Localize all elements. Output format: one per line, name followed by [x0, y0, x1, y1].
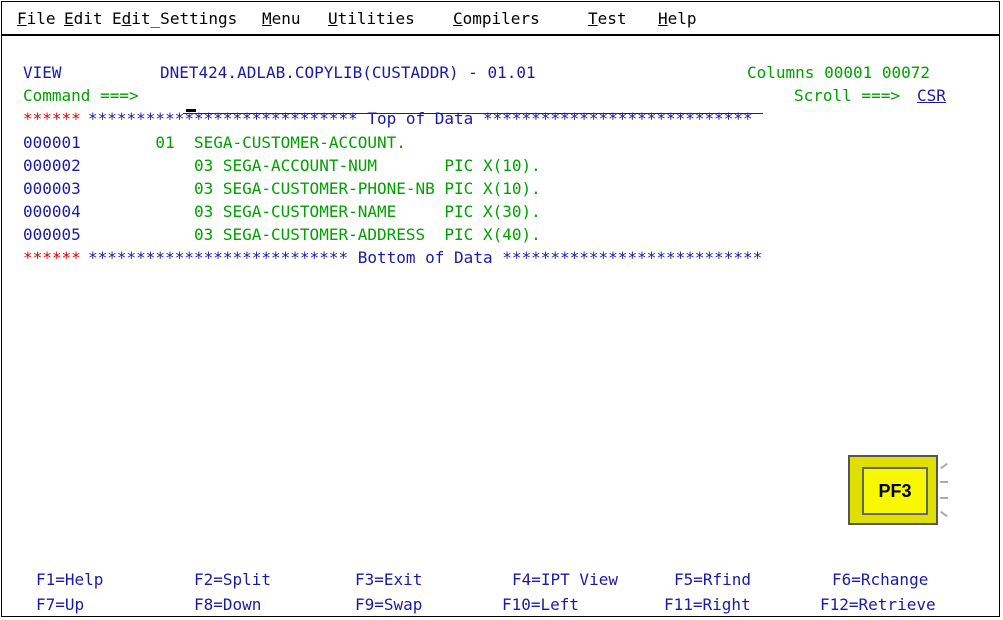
menu-help[interactable]: Help [658, 9, 697, 28]
line-number[interactable]: 000002 [23, 155, 81, 177]
source-line[interactable]: 03 SEGA-CUSTOMER-NAME PIC X(30). [88, 201, 541, 223]
menu-file[interactable]: File [17, 9, 56, 28]
fkey-f10[interactable]: F10=Left [502, 594, 579, 616]
top-marker-prefix: ****** [23, 109, 81, 128]
fkey-f12[interactable]: F12=Retrieve [820, 594, 936, 616]
menu-compilers[interactable]: Compilers [453, 9, 540, 28]
pf3-key-callout: PF3 [848, 455, 948, 529]
line-number[interactable]: 000005 [23, 224, 81, 246]
menu-utilities[interactable]: Utilities [328, 9, 415, 28]
fkey-f4[interactable]: F4=IPT View [512, 569, 618, 591]
fkey-f2[interactable]: F2=Split [194, 569, 271, 591]
scroll-input[interactable]: CSR [917, 85, 946, 107]
fkey-f3[interactable]: F3=Exit [355, 569, 422, 591]
pf3-key-cap: PF3 [848, 455, 938, 525]
line-number[interactable]: 000001 [23, 132, 81, 154]
source-line[interactable]: 03 SEGA-ACCOUNT-NUM PIC X(10). [88, 155, 541, 177]
command-label: Command ===> [23, 86, 139, 105]
line-number[interactable]: 000003 [23, 178, 81, 200]
dataset-name: DNET424.ADLAB.COPYLIB(CUSTADDR) - 01.01 [160, 63, 536, 82]
fkey-f6[interactable]: F6=Rchange [832, 569, 928, 591]
menu-test[interactable]: Test [588, 9, 627, 28]
fkey-f1[interactable]: F1=Help [36, 569, 103, 591]
ispf-terminal-window: File Edit Edit_Settings Menu Utilities C… [1, 1, 1000, 617]
key-press-rays [940, 462, 948, 519]
scroll-label: Scroll ===> [794, 86, 900, 105]
top-of-data-marker: **************************** Top of Data… [88, 109, 753, 128]
source-line[interactable]: 03 SEGA-CUSTOMER-PHONE-NB PIC X(10). [88, 178, 541, 200]
menu-menu[interactable]: Menu [262, 9, 301, 28]
mode-label: VIEW [23, 63, 62, 82]
bottom-of-data-marker: *************************** Bottom of Da… [88, 248, 763, 267]
menu-bar: File Edit Edit_Settings Menu Utilities C… [2, 2, 999, 36]
fkey-f7[interactable]: F7=Up [36, 594, 84, 616]
fkey-f11[interactable]: F11=Right [664, 594, 751, 616]
source-line[interactable]: 01 SEGA-CUSTOMER-ACCOUNT. [88, 132, 405, 154]
bottom-marker-prefix: ****** [23, 248, 81, 267]
line-number[interactable]: 000004 [23, 201, 81, 223]
fkey-f8[interactable]: F8=Down [194, 594, 261, 616]
pf3-key-label: PF3 [862, 467, 928, 515]
menu-edit-settings[interactable]: Edit_Settings [112, 9, 237, 28]
columns-indicator: Columns 00001 00072 [747, 63, 931, 82]
menu-edit[interactable]: Edit [64, 9, 103, 28]
fkey-f9[interactable]: F9=Swap [355, 594, 422, 616]
fkey-f5[interactable]: F5=Rfind [674, 569, 751, 591]
source-line[interactable]: 03 SEGA-CUSTOMER-ADDRESS PIC X(40). [88, 224, 541, 246]
